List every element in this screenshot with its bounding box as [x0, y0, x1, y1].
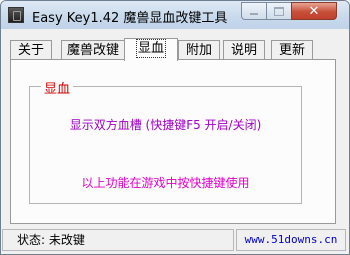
- tab-about[interactable]: 关于: [10, 40, 52, 60]
- website-link[interactable]: www.51downs.cn: [236, 229, 346, 251]
- app-icon[interactable]: [8, 7, 24, 23]
- minimize-icon: [250, 13, 258, 15]
- close-icon: ✕: [308, 3, 320, 19]
- tab-show-hp[interactable]: 显血: [124, 38, 178, 61]
- tab-extra[interactable]: 附加: [178, 40, 220, 60]
- window-title: Easy Key1.42 魔兽显血改键工具: [32, 11, 228, 26]
- maximize-button[interactable]: [266, 2, 292, 20]
- groupbox-title: 显血: [41, 78, 74, 97]
- tab-keymap[interactable]: 魔兽改键: [61, 40, 125, 60]
- tab-keymap-label: 魔兽改键: [66, 43, 119, 58]
- tab-help[interactable]: 说明: [223, 40, 265, 60]
- tab-update-label: 更新: [278, 43, 305, 58]
- close-button[interactable]: ✕: [291, 2, 337, 20]
- tab-extra-label: 附加: [185, 43, 212, 58]
- status-text: 状态: 未改键: [2, 229, 234, 251]
- title-bar[interactable]: Easy Key1.42 魔兽显血改键工具 ✕: [1, 1, 349, 29]
- tab-help-label: 说明: [230, 43, 257, 58]
- tab-update[interactable]: 更新: [271, 40, 313, 60]
- show-hp-description: 显示双方血槽 (快捷键F5 开启/关闭): [69, 118, 262, 132]
- tab-show-hp-label: 显血: [135, 39, 167, 58]
- minimize-button[interactable]: [241, 2, 267, 20]
- maximize-icon: [274, 6, 284, 16]
- status-bar: 状态: 未改键 www.51downs.cn: [0, 228, 348, 253]
- tab-about-label: 关于: [17, 43, 44, 58]
- usage-hint: 以上功能在游戏中按快捷键使用: [81, 176, 250, 190]
